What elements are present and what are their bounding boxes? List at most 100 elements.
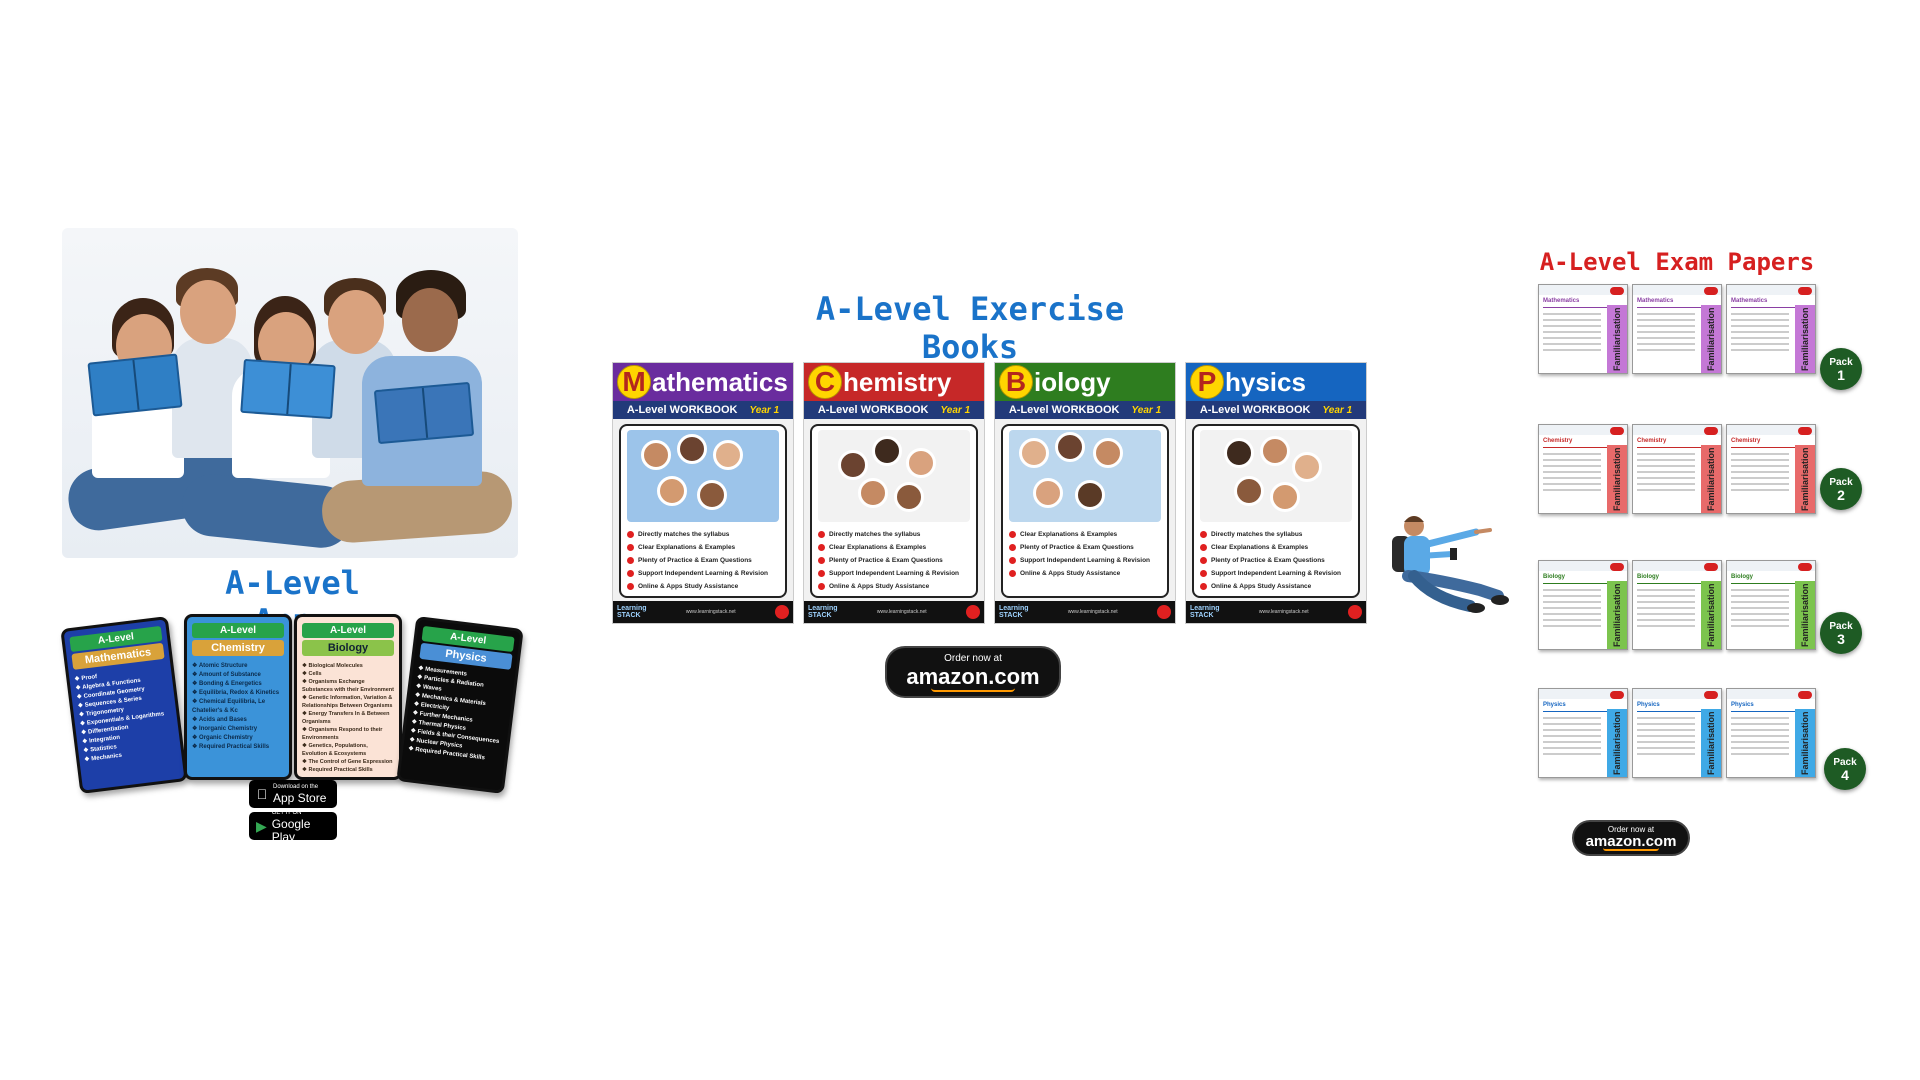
paper-side-label: Familiarisation xyxy=(1795,445,1815,513)
app-topic: Required Practical Skills xyxy=(192,743,284,752)
workbook-feature: Online & Apps Study Assistance xyxy=(627,580,779,593)
app-card-subject: Chemistry xyxy=(192,640,284,656)
order-amazon-workbooks-button[interactable]: Order now at amazon.com xyxy=(885,646,1061,698)
paper-side-label: Familiarisation xyxy=(1701,445,1721,513)
app-card-mathematics[interactable]: A-Level Mathematics Proof Algebra & Func… xyxy=(60,616,188,794)
app-topic: Genetics, Populations, Evolution & Ecosy… xyxy=(302,742,394,758)
google-play-button[interactable]: ▶ GET IT ON Google Play xyxy=(249,810,337,843)
robot-icon xyxy=(1348,605,1362,619)
workbook-subtitle-band: A-Level WORKBOOK Year 1 xyxy=(995,401,1175,419)
exam-pack-2[interactable]: Chemistry Familiarisation Chemistry Fami… xyxy=(1538,424,1818,514)
pack-badge-1[interactable]: Pack 1 xyxy=(1820,348,1862,390)
paper-side-label: Familiarisation xyxy=(1607,581,1627,649)
app-card-chemistry[interactable]: A-Level Chemistry Atomic Structure Amoun… xyxy=(184,614,292,780)
app-topic: Amount of Substance xyxy=(192,671,284,680)
paper-side-label: Familiarisation xyxy=(1795,581,1815,649)
workbook-subtitle-band: A-Level WORKBOOK Year 1 xyxy=(804,401,984,419)
workbook-title-band: P hysics xyxy=(1186,363,1366,401)
amazon-smile-icon xyxy=(1603,848,1659,851)
workbook-feature: Directly matches the syllabus xyxy=(627,528,779,541)
workbook-footer: Learning STACK www.learningstack.net xyxy=(804,601,984,623)
workbook-chemistry[interactable]: C hemistry A-Level WORKBOOK Year 1 Direc… xyxy=(803,362,985,624)
exam-paper: Biology Familiarisation xyxy=(1632,560,1722,650)
workbook-biology[interactable]: B iology A-Level WORKBOOK Year 1 Clear E… xyxy=(994,362,1176,624)
workbook-feature: Clear Explanations & Examples xyxy=(818,541,970,554)
google-play-label: Google Play xyxy=(271,816,311,844)
learning-stack-logo: Learning STACK xyxy=(808,605,838,619)
app-card-subject: Biology xyxy=(302,640,394,656)
workbook-feature: Support Independent Learning & Revision xyxy=(818,567,970,580)
workbook-initial: P xyxy=(1190,365,1224,399)
exam-pack-3[interactable]: Biology Familiarisation Biology Familiar… xyxy=(1538,560,1818,650)
workbook-body: Directly matches the syllabus Clear Expl… xyxy=(810,424,978,598)
workbook-footer: Learning STACK www.learningstack.net xyxy=(613,601,793,623)
app-topic: Atomic Structure xyxy=(192,662,284,671)
paper-side-label: Familiarisation xyxy=(1795,709,1815,777)
app-card-biology[interactable]: A-Level Biology Biological Molecules Cel… xyxy=(294,614,402,780)
workbook-feature-list: Clear Explanations & Examples Plenty of … xyxy=(1009,528,1161,580)
workbook-feature-list: Directly matches the syllabus Clear Expl… xyxy=(627,528,779,593)
amazon-logo-text: amazon.com xyxy=(906,663,1040,689)
robot-icon xyxy=(966,605,980,619)
learning-stack-logo: Learning STACK xyxy=(617,605,647,619)
students-reading-photo xyxy=(62,228,518,558)
workbook-title-rest: hemistry xyxy=(843,366,952,397)
exam-paper: Mathematics Familiarisation xyxy=(1726,284,1816,374)
workbook-physics[interactable]: P hysics A-Level WORKBOOK Year 1 Directl… xyxy=(1185,362,1367,624)
apple-icon:  xyxy=(255,786,269,802)
workbook-body: Clear Explanations & Examples Plenty of … xyxy=(1001,424,1169,598)
workbook-cover-photo xyxy=(1009,430,1161,522)
exam-papers-title: A-Level Exam Papers xyxy=(1539,248,1815,276)
workbook-initial: B xyxy=(999,365,1033,399)
exam-pack-4[interactable]: Physics Familiarisation Physics Familiar… xyxy=(1538,688,1818,778)
exam-pack-1[interactable]: Mathematics Familiarisation Mathematics … xyxy=(1538,284,1818,374)
workbook-initial: C xyxy=(808,365,842,399)
exam-paper: Physics Familiarisation xyxy=(1632,688,1722,778)
workbook-feature: Support Independent Learning & Revision xyxy=(627,567,779,580)
workbook-year: Year 1 xyxy=(749,404,780,416)
workbook-feature: Plenty of Practice & Exam Questions xyxy=(1009,541,1161,554)
exam-paper: Chemistry Familiarisation xyxy=(1538,424,1628,514)
exam-paper: Mathematics Familiarisation xyxy=(1632,284,1722,374)
app-topic: Equilibria, Redox & Kinetics xyxy=(192,689,284,698)
paper-side-label: Familiarisation xyxy=(1701,581,1721,649)
order-now-text: Order now at xyxy=(944,652,1002,664)
paper-side-label: Familiarisation xyxy=(1795,305,1815,373)
pack-badge-2[interactable]: Pack 2 xyxy=(1820,468,1862,510)
workbook-footer: Learning STACK www.learningstack.net xyxy=(995,601,1175,623)
learning-stack-logo: Learning STACK xyxy=(999,605,1029,619)
order-amazon-exam-papers-button[interactable]: Order now at amazon.com xyxy=(1572,820,1690,856)
workbook-feature: Plenty of Practice & Exam Questions xyxy=(1200,554,1352,567)
paper-side-label: Familiarisation xyxy=(1607,305,1627,373)
workbook-feature: Plenty of Practice & Exam Questions xyxy=(818,554,970,567)
workbook-mathematics[interactable]: M athematics A-Level WORKBOOK Year 1 Dir… xyxy=(612,362,794,624)
app-topic: Chemical Equilibria, Le Chatelier's & Kc xyxy=(192,698,284,716)
exam-paper: Physics Familiarisation xyxy=(1538,688,1628,778)
app-store-button[interactable]:  Download on the App Store xyxy=(249,780,337,808)
pack-number: 2 xyxy=(1837,487,1845,503)
pack-badge-4[interactable]: Pack 4 xyxy=(1824,748,1866,790)
workbook-subtitle: A-Level WORKBOOK xyxy=(626,404,738,416)
workbook-cover-photo xyxy=(818,430,970,522)
pack-badge-3[interactable]: Pack 3 xyxy=(1820,612,1862,654)
paper-side-label: Familiarisation xyxy=(1607,709,1627,777)
workbook-feature: Online & Apps Study Assistance xyxy=(1009,567,1161,580)
app-card-physics[interactable]: A-Level Physics Measurements Particles &… xyxy=(396,616,524,794)
exam-paper: Biology Familiarisation xyxy=(1538,560,1628,650)
workbook-feature: Support Independent Learning & Revision xyxy=(1200,567,1352,580)
play-icon: ▶ xyxy=(255,817,267,834)
workbook-subtitle-band: A-Level WORKBOOK Year 1 xyxy=(1186,401,1366,419)
workbook-title-rest: hysics xyxy=(1225,366,1306,397)
amazon-smile-icon xyxy=(931,688,1015,692)
app-topic-list: Biological Molecules Cells Organisms Exc… xyxy=(302,662,394,774)
workbook-year: Year 1 xyxy=(940,404,971,416)
exam-paper: Biology Familiarisation xyxy=(1726,560,1816,650)
paper-side-label: Familiarisation xyxy=(1701,709,1721,777)
workbook-feature-list: Directly matches the syllabus Clear Expl… xyxy=(1200,528,1352,593)
workbook-title-band: B iology xyxy=(995,363,1175,401)
app-topic: Cells xyxy=(302,670,394,678)
workbook-feature: Online & Apps Study Assistance xyxy=(818,580,970,593)
app-topic-list: Atomic Structure Amount of Substance Bon… xyxy=(192,662,284,752)
exam-paper: Physics Familiarisation xyxy=(1726,688,1816,778)
app-topic: Genetic Information, Variation & Relatio… xyxy=(302,694,394,710)
